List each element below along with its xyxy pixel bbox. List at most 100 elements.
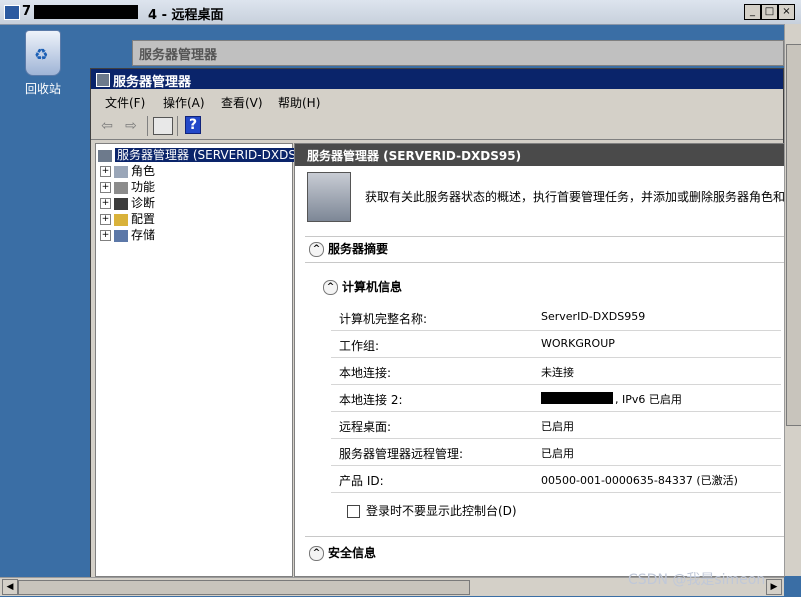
diagnostics-icon (114, 197, 128, 210)
info-value[interactable]: 已启用 (541, 445, 574, 461)
divider (305, 262, 784, 263)
configuration-icon (114, 213, 128, 226)
details-header: 服务器管理器 (SERVERID-DXDS95) (295, 144, 784, 166)
section-title: 安全信息 (328, 546, 377, 560)
tree-item-label: 角色 (131, 164, 156, 178)
back-arrow-icon[interactable]: ⇦ (97, 117, 117, 135)
intro-text: 获取有关此服务器状态的概述，执行首要管理任务，并添加或删除服务器角色和 (365, 190, 785, 204)
help-icon[interactable]: ? (185, 116, 201, 134)
tree-item-label: 功能 (131, 180, 156, 194)
vertical-scrollbar[interactable] (784, 24, 801, 576)
scroll-left-icon[interactable]: ◀ (2, 579, 18, 595)
scroll-right-icon[interactable]: ▶ (766, 579, 782, 595)
remote-desktop-titlebar: 7 4 - 远程桌面 _ □ × (0, 0, 801, 25)
info-label: 产品 ID: (339, 474, 384, 488)
info-row-remote-desktop: 远程桌面: 已启用 (331, 412, 781, 439)
console-tree: 服务器管理器 (SERVERID-DXDS9 + 角色 + 功能 + 诊断 + 配置 +… (95, 143, 306, 577)
expand-icon[interactable]: + (100, 166, 111, 177)
info-value[interactable]: , IPv6 已启用 (615, 391, 682, 407)
background-window-title: 服务器管理器 (139, 48, 218, 63)
expand-icon[interactable]: + (100, 214, 111, 225)
info-row-computer-name: 计算机完整名称: ServerID-DXDS959 (331, 304, 781, 331)
menu-file[interactable]: 文件(F) (105, 94, 145, 111)
toolbar-separator (147, 116, 148, 136)
tree-item-configuration[interactable]: + 配置 (100, 210, 155, 227)
show-hide-console-tree-icon[interactable] (153, 117, 173, 135)
recycle-bin-label: 回收站 (24, 82, 61, 96)
minimize-button[interactable]: _ (744, 4, 761, 20)
section-title: 服务器摘要 (328, 242, 389, 256)
horizontal-scrollbar-thumb[interactable] (18, 580, 470, 595)
recycle-bin-icon (25, 30, 61, 76)
tree-item-label: 诊断 (131, 196, 156, 210)
info-label: 计算机完整名称: (339, 312, 428, 326)
divider (305, 236, 784, 237)
info-row-workgroup: 工作组: WORKGROUP (331, 331, 781, 358)
recycle-bin-shortcut[interactable]: 回收站 (18, 30, 68, 97)
watermark: CSDN @我是simeon (628, 572, 766, 588)
close-button[interactable]: × (778, 4, 795, 20)
dont-show-console-checkbox[interactable]: 登录时不要显示此控制台(D) (347, 502, 517, 519)
menu-action[interactable]: 操作(A) (163, 94, 205, 111)
section-computer-info[interactable]: ^ 计算机信息 (323, 278, 773, 298)
section-server-summary[interactable]: ^ 服务器摘要 (309, 240, 784, 260)
details-pane: 服务器管理器 (SERVERID-DXDS95) 获取有关此服务器状态的概述，执… (294, 143, 785, 577)
roles-icon (114, 165, 128, 178)
info-label: 工作组: (339, 339, 380, 353)
server-manager-icon (96, 73, 110, 87)
tree-item-label: 配置 (131, 212, 156, 226)
tree-root[interactable]: 服务器管理器 (SERVERID-DXDS9 (98, 146, 306, 163)
maximize-button[interactable]: □ (761, 4, 778, 20)
info-label: 本地连接: (339, 366, 392, 380)
info-row-local-connection: 本地连接: 未连接 (331, 358, 781, 385)
info-row-product-id: 产品 ID: 00500-001-0000635-84337 (已激活) (331, 466, 781, 493)
menu-help[interactable]: 帮助(H) (278, 94, 320, 111)
toolbar-separator (177, 116, 178, 136)
expand-icon[interactable]: + (100, 198, 111, 209)
collapse-icon[interactable]: ^ (309, 546, 324, 561)
checkbox-icon[interactable] (347, 505, 360, 518)
menu-view[interactable]: 查看(V) (221, 94, 263, 111)
toolbar: ⇦ ⇨ ? (91, 113, 783, 140)
info-row-local-connection-2: 本地连接 2: , IPv6 已启用 (331, 385, 781, 412)
tree-item-features[interactable]: + 功能 (100, 178, 155, 195)
storage-icon (114, 229, 128, 242)
tree-item-label: 存储 (131, 228, 156, 242)
info-label: 服务器管理器远程管理: (339, 447, 464, 461)
server-icon (307, 172, 351, 222)
info-value[interactable]: 未连接 (541, 364, 574, 380)
server-manager-icon (98, 149, 112, 162)
expand-icon[interactable]: + (100, 182, 111, 193)
window-titlebar[interactable]: 服务器管理器 (91, 69, 783, 90)
redacted-host-name (34, 5, 138, 19)
section-title: 计算机信息 (342, 280, 403, 294)
remote-desktop-icon (4, 5, 20, 20)
details-header-title: 服务器管理器 (SERVERID-DXDS95) (307, 149, 522, 163)
remote-desktop-title: 4 - 远程桌面 (148, 8, 224, 23)
tree-item-roles[interactable]: + 角色 (100, 162, 155, 179)
features-icon (114, 181, 128, 194)
info-value: ServerID-DXDS959 (541, 310, 646, 323)
collapse-icon[interactable]: ^ (309, 242, 324, 257)
tree-item-storage[interactable]: + 存储 (100, 226, 155, 243)
forward-arrow-icon[interactable]: ⇨ (121, 117, 141, 135)
menu-bar: 文件(F) 操作(A) 查看(V) 帮助(H) (91, 89, 783, 114)
info-label: 远程桌面: (339, 420, 392, 434)
redacted-ip-address (541, 392, 613, 404)
remote-desktop-title-left: 7 (22, 4, 32, 19)
info-value[interactable]: 已启用 (541, 418, 574, 434)
expand-icon[interactable]: + (100, 230, 111, 241)
server-manager-window: 服务器管理器 文件(F) 操作(A) 查看(V) 帮助(H) ⇦ ⇨ ? 服务器… (90, 68, 785, 580)
window-title: 服务器管理器 (113, 75, 192, 90)
info-value: WORKGROUP (541, 337, 615, 350)
divider (305, 536, 784, 537)
info-value: 00500-001-0000635-84337 (已激活) (541, 474, 738, 487)
section-security-info[interactable]: ^ 安全信息 (309, 544, 784, 564)
background-window[interactable]: 服务器管理器 (132, 40, 784, 66)
tree-root-label: 服务器管理器 (SERVERID-DXDS9 (115, 148, 306, 162)
intro-banner: 获取有关此服务器状态的概述，执行首要管理任务，并添加或删除服务器角色和 (295, 166, 784, 224)
collapse-icon[interactable]: ^ (323, 280, 338, 295)
vertical-scrollbar-thumb[interactable] (786, 44, 801, 426)
checkbox-label: 登录时不要显示此控制台(D) (366, 504, 517, 518)
tree-item-diagnostics[interactable]: + 诊断 (100, 194, 155, 211)
